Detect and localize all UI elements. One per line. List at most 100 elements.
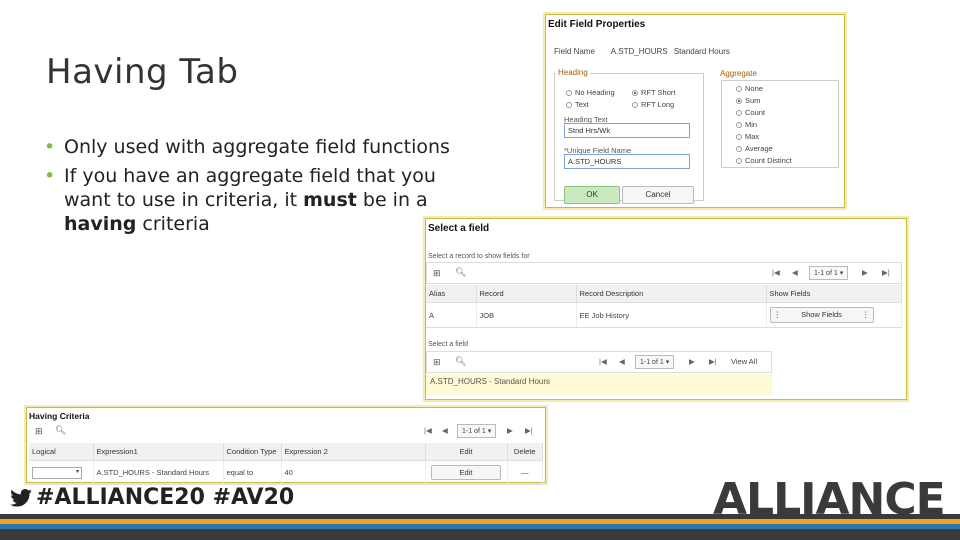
selected-field-row[interactable]: A.STD_HOURS - Standard Hours <box>426 374 772 396</box>
delete-button[interactable]: — <box>507 460 543 485</box>
radio-sum[interactable]: Sum <box>736 96 760 105</box>
radio-count-distinct[interactable]: Count Distinct <box>736 156 792 165</box>
radio-average[interactable]: Average <box>736 144 773 153</box>
expression2-cell: 40 <box>281 460 426 485</box>
prev-page-icon[interactable]: ◀ <box>442 426 448 435</box>
heading-text-input[interactable]: Stnd Hrs/Wk <box>564 123 690 138</box>
personalize-icon[interactable]: ⊞ <box>35 426 43 437</box>
first-page-icon[interactable]: |◀ <box>599 357 607 366</box>
unique-field-name-input[interactable]: A.STD_HOURS <box>564 154 690 169</box>
panel-title: Having Criteria <box>29 411 90 421</box>
description-cell: EE Job History <box>576 302 767 328</box>
bullet-text: be in a <box>356 189 428 211</box>
search-icon[interactable]: 🔍︎ <box>455 356 466 367</box>
radio-button-icon <box>566 102 572 109</box>
radio-button-selected-icon <box>736 98 742 105</box>
bullet-dot: • <box>44 165 56 187</box>
show-fields-button[interactable]: ⋮ Show Fields ⋮ <box>769 307 874 323</box>
radio-no-heading[interactable]: No Heading <box>566 88 615 97</box>
bullet-bold: having <box>64 213 137 235</box>
table-header-row: Alias Record Record Description Show Fie… <box>426 285 902 303</box>
radio-rft-long[interactable]: RFT Long <box>632 100 674 109</box>
column-header: Show Fields <box>766 285 902 303</box>
radio-min[interactable]: Min <box>736 120 757 129</box>
having-toolbar: ⊞ 🔍︎ |◀ ◀ 1-1 of 1 ▾ ▶ ▶| <box>29 422 543 442</box>
radio-button-icon <box>566 90 572 97</box>
edit-field-properties-dialog: Edit Field Properties Field Name A.STD_H… <box>545 14 845 208</box>
prev-page-icon[interactable]: ◀ <box>619 357 625 366</box>
slide-title: Having Tab <box>46 52 239 92</box>
edit-cell: Edit <box>425 460 508 485</box>
radio-button-selected-icon <box>632 90 638 97</box>
radio-rft-short[interactable]: RFT Short <box>632 88 675 97</box>
heading-group-label: Heading <box>556 68 590 77</box>
column-header: Record Description <box>576 285 767 303</box>
bullet-text: Only used with aggregate field functions <box>64 136 450 158</box>
twitter-bird-icon <box>10 489 32 507</box>
bullet-item: • Only used with aggregate field functio… <box>44 135 474 159</box>
logical-select[interactable]: ▾ <box>32 467 82 479</box>
edit-button[interactable]: Edit <box>431 465 501 480</box>
having-grid: Logical Expression1 Condition Type Expre… <box>29 443 543 485</box>
first-page-icon[interactable]: |◀ <box>772 268 780 277</box>
radio-count[interactable]: Count <box>736 108 765 117</box>
radio-button-icon <box>736 122 742 129</box>
personalize-icon[interactable]: ⊞ <box>433 268 441 279</box>
alias-cell: A <box>426 302 477 328</box>
radio-max[interactable]: Max <box>736 132 759 141</box>
dialog-title: Edit Field Properties <box>548 19 646 30</box>
view-all-link[interactable]: View All <box>731 357 757 366</box>
record-grid-toolbar: ⊞ 🔍︎ |◀ ◀ 1-1 of 1 ▾ ▶ ▶| <box>426 262 902 284</box>
bullet-dot: • <box>44 136 56 158</box>
last-page-icon[interactable]: ▶| <box>525 426 533 435</box>
ok-button[interactable]: OK <box>564 186 620 204</box>
bullet-bold: must <box>303 189 357 211</box>
pager-select[interactable]: 1-1 of 1 ▾ <box>457 424 497 438</box>
next-page-icon[interactable]: ▶ <box>862 268 868 277</box>
cancel-button[interactable]: Cancel <box>622 186 694 204</box>
radio-button-icon <box>736 146 742 153</box>
pager-select[interactable]: 1-1 of 1 ▾ <box>809 266 849 280</box>
column-header: Record <box>476 285 577 303</box>
radio-text[interactable]: Text <box>566 100 589 109</box>
bullet-text: criteria <box>136 213 210 235</box>
panel-title: Select a field <box>428 223 490 234</box>
column-header: Expression1 <box>93 443 224 461</box>
first-page-icon[interactable]: |◀ <box>424 426 432 435</box>
menu-dots-icon: ⋮ <box>862 310 870 319</box>
having-criteria-panel: Having Criteria ⊞ 🔍︎ |◀ ◀ 1-1 of 1 ▾ ▶ ▶… <box>26 407 546 485</box>
bullet-item: • If you have an aggregate field that yo… <box>44 164 474 236</box>
next-page-icon[interactable]: ▶ <box>689 357 695 366</box>
menu-dots-icon: ⋮ <box>773 310 782 319</box>
radio-button-icon <box>736 134 742 141</box>
last-page-icon[interactable]: ▶| <box>709 357 717 366</box>
field-name-desc: Standard Hours <box>673 47 730 56</box>
column-header: Edit <box>425 443 508 461</box>
table-row: ▾ A.STD_HOURS - Standard Hours equal to … <box>29 460 543 485</box>
logical-cell: ▾ <box>29 460 94 485</box>
prev-page-icon[interactable]: ◀ <box>792 268 798 277</box>
next-page-icon[interactable]: ▶ <box>507 426 513 435</box>
footer-hashtags: #ALLIANCE20 #AV20 <box>10 485 294 510</box>
column-header: Expression 2 <box>281 443 426 461</box>
dropdown-arrow-icon: ▾ <box>665 359 670 366</box>
radio-button-icon <box>736 86 742 93</box>
field-grid-label: Select a field <box>428 341 469 348</box>
radio-button-icon <box>736 158 742 165</box>
pager-select[interactable]: 1-1 of 1 ▾ <box>635 355 675 369</box>
condition-cell: equal to <box>223 460 282 485</box>
search-icon[interactable]: 🔍︎ <box>455 267 466 278</box>
radio-none[interactable]: None <box>736 84 763 93</box>
search-icon[interactable]: 🔍︎ <box>55 425 66 436</box>
column-header: Logical <box>29 443 94 461</box>
field-name-row: Field Name A.STD_HOURS Standard Hours <box>554 47 744 56</box>
aggregate-group-label: Aggregate <box>718 69 759 78</box>
select-field-panel: Select a field Select a record to show f… <box>425 218 907 400</box>
last-page-icon[interactable]: ▶| <box>882 268 890 277</box>
record-cell: JOB <box>476 302 577 328</box>
dropdown-arrow-icon: ▾ <box>487 428 492 435</box>
table-header-row: Logical Expression1 Condition Type Expre… <box>29 443 543 461</box>
personalize-icon[interactable]: ⊞ <box>433 357 441 368</box>
record-grid: Alias Record Record Description Show Fie… <box>426 285 902 328</box>
action-cell: ⋮ Show Fields ⋮ <box>766 302 902 328</box>
